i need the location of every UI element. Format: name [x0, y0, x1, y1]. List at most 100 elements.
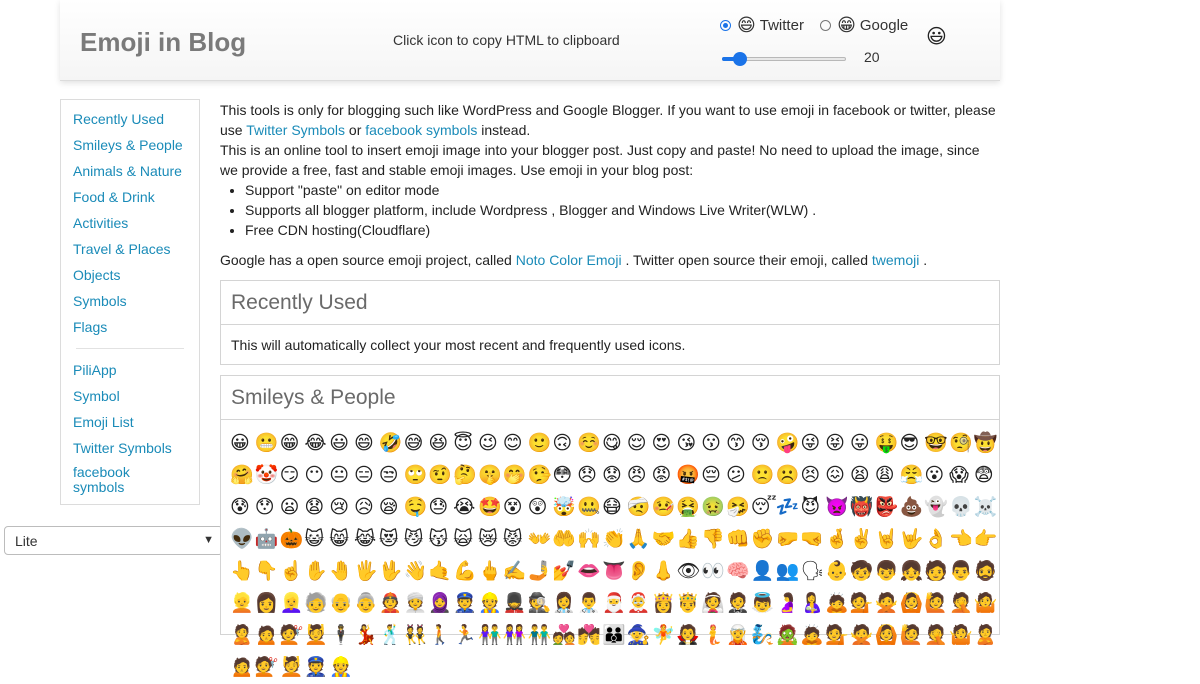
emoji-button[interactable]: 😌 — [627, 428, 652, 460]
emoji-button[interactable]: 😗 — [701, 428, 726, 460]
emoji-button[interactable]: 🤮 — [676, 492, 701, 524]
emoji-button[interactable]: 👩‍⚕️ — [552, 588, 577, 620]
emoji-button[interactable]: 🤶 — [627, 588, 652, 620]
emoji-button[interactable]: 🙏 — [627, 524, 652, 556]
emoji-button[interactable]: 😙 — [726, 428, 751, 460]
emoji-button[interactable]: 😑 — [354, 460, 379, 492]
emoji-button[interactable]: 🧜 — [701, 620, 726, 652]
emoji-button[interactable]: 🙂 — [528, 428, 553, 460]
emoji-button[interactable]: 😜 — [800, 428, 825, 460]
emoji-button[interactable]: 😤 — [900, 460, 925, 492]
emoji-button[interactable]: 🤟 — [900, 524, 925, 556]
emoji-button[interactable]: 😱 — [949, 460, 974, 492]
emoji-button[interactable]: 😯 — [255, 492, 280, 524]
emoji-button[interactable]: 😲 — [528, 492, 553, 524]
sidebar-item-smileys-people[interactable]: Smileys & People — [73, 132, 199, 158]
emoji-button[interactable]: 🧚 — [652, 620, 677, 652]
sidebar-item-flags[interactable]: Flags — [73, 314, 199, 340]
emoji-button[interactable]: 😭 — [453, 492, 478, 524]
emoji-button[interactable]: 🤦 — [924, 620, 949, 652]
emoji-button[interactable]: 👫 — [478, 620, 503, 652]
emoji-button[interactable]: 🕴 — [329, 620, 354, 652]
emoji-button[interactable]: 😋 — [602, 428, 627, 460]
emoji-button[interactable]: 👮 — [453, 588, 478, 620]
emoji-button[interactable]: 👵 — [354, 588, 379, 620]
emoji-button[interactable]: 💑 — [552, 620, 577, 652]
emoji-button[interactable]: 🤫 — [478, 460, 503, 492]
emoji-button[interactable]: ✋ — [304, 556, 329, 588]
emoji-button[interactable]: 🤳 — [528, 556, 553, 588]
emoji-button[interactable]: 🧕 — [428, 588, 453, 620]
emoji-button[interactable]: 😛 — [850, 428, 875, 460]
noto-color-emoji-link[interactable]: Noto Color Emoji — [516, 252, 622, 268]
emoji-button[interactable]: 🤖 — [255, 524, 280, 556]
emoji-button[interactable]: 🤔 — [453, 460, 478, 492]
emoji-button[interactable]: 🙇 — [800, 620, 825, 652]
emoji-button[interactable]: 😮 — [924, 460, 949, 492]
emoji-button[interactable]: 🧝 — [726, 620, 751, 652]
emoji-button[interactable]: ✊ — [751, 524, 776, 556]
emoji-button[interactable]: 😍 — [652, 428, 677, 460]
emoji-button[interactable]: 😧 — [304, 492, 329, 524]
emoji-button[interactable]: 🧛 — [676, 620, 701, 652]
emoji-button[interactable]: 😨 — [974, 460, 999, 492]
emoji-button[interactable]: 🤭 — [503, 460, 528, 492]
emoji-button[interactable]: 🤚 — [329, 556, 354, 588]
emoji-button[interactable]: 🤧 — [726, 492, 751, 524]
emoji-button[interactable]: 🤑 — [875, 428, 900, 460]
emoji-button[interactable]: 🙀 — [453, 524, 478, 556]
emoji-button[interactable]: 👺 — [875, 492, 900, 524]
emoji-button[interactable]: 🤠 — [974, 428, 999, 460]
emoji-button[interactable]: 🙇 — [825, 588, 850, 620]
emoji-button[interactable]: ☹️ — [776, 460, 801, 492]
size-slider[interactable] — [722, 52, 846, 66]
sidebar-link-symbol[interactable]: Symbol — [73, 383, 199, 409]
emoji-button[interactable]: 🎃 — [280, 524, 305, 556]
sidebar-link-twitter-symbols[interactable]: Twitter Symbols — [73, 435, 199, 461]
emoji-button[interactable]: 👰 — [701, 588, 726, 620]
emoji-button[interactable]: 🤓 — [924, 428, 949, 460]
emoji-button[interactable]: 🧙 — [627, 620, 652, 652]
emoji-button[interactable]: 😄 — [354, 428, 379, 460]
emoji-button[interactable]: 😳 — [552, 460, 577, 492]
emoji-button[interactable]: 💀 — [949, 492, 974, 524]
emoji-button[interactable]: ✍️ — [503, 556, 528, 588]
emoji-button[interactable]: 🤝 — [652, 524, 677, 556]
emoji-button[interactable]: ☝️ — [280, 556, 305, 588]
emoji-button[interactable]: 👭 — [503, 620, 528, 652]
emoji-button[interactable]: 👪 — [602, 620, 627, 652]
emoji-button[interactable]: 🧐 — [949, 428, 974, 460]
emoji-button[interactable]: 👬 — [528, 620, 553, 652]
emoji-button[interactable]: 😷 — [602, 492, 627, 524]
emoji-button[interactable]: 👅 — [602, 556, 627, 588]
emoji-button[interactable]: 👤 — [751, 556, 776, 588]
google-radio[interactable] — [820, 19, 832, 31]
emoji-button[interactable]: 🤪 — [776, 428, 801, 460]
emoji-button[interactable]: 😔 — [701, 460, 726, 492]
emoji-button[interactable]: 🤛 — [776, 524, 801, 556]
emoji-button[interactable]: 😒 — [379, 460, 404, 492]
emoji-button[interactable]: 😢 — [329, 492, 354, 524]
emoji-button[interactable]: 😼 — [404, 524, 429, 556]
emoji-button[interactable]: 😥 — [354, 492, 379, 524]
emoji-button[interactable]: 🧓 — [304, 588, 329, 620]
sidebar-link-facebook-symbols[interactable]: facebook symbols — [73, 461, 163, 495]
emoji-button[interactable]: 👯 — [404, 620, 429, 652]
emoji-button[interactable]: 🧟 — [776, 620, 801, 652]
emoji-button[interactable]: 👷 — [329, 652, 354, 684]
emoji-button[interactable]: 💇 — [255, 652, 280, 684]
emoji-button[interactable]: 😇 — [453, 428, 478, 460]
emoji-button[interactable]: 🙋 — [900, 620, 925, 652]
emoji-button[interactable]: 👻 — [924, 492, 949, 524]
emoji-button[interactable]: 💅 — [552, 556, 577, 588]
emoji-button[interactable]: 🕵️ — [528, 588, 553, 620]
emoji-button[interactable]: 😿 — [478, 524, 503, 556]
emoji-button[interactable]: 👋 — [404, 556, 429, 588]
emoji-button[interactable]: 🤦 — [949, 588, 974, 620]
emoji-button[interactable]: 🧒 — [850, 556, 875, 588]
emoji-button[interactable]: 😻 — [379, 524, 404, 556]
emoji-button[interactable]: 👲 — [379, 588, 404, 620]
emoji-button[interactable]: 👶 — [825, 556, 850, 588]
emoji-button[interactable]: 😉 — [478, 428, 503, 460]
sidebar-item-symbols[interactable]: Symbols — [73, 288, 199, 314]
